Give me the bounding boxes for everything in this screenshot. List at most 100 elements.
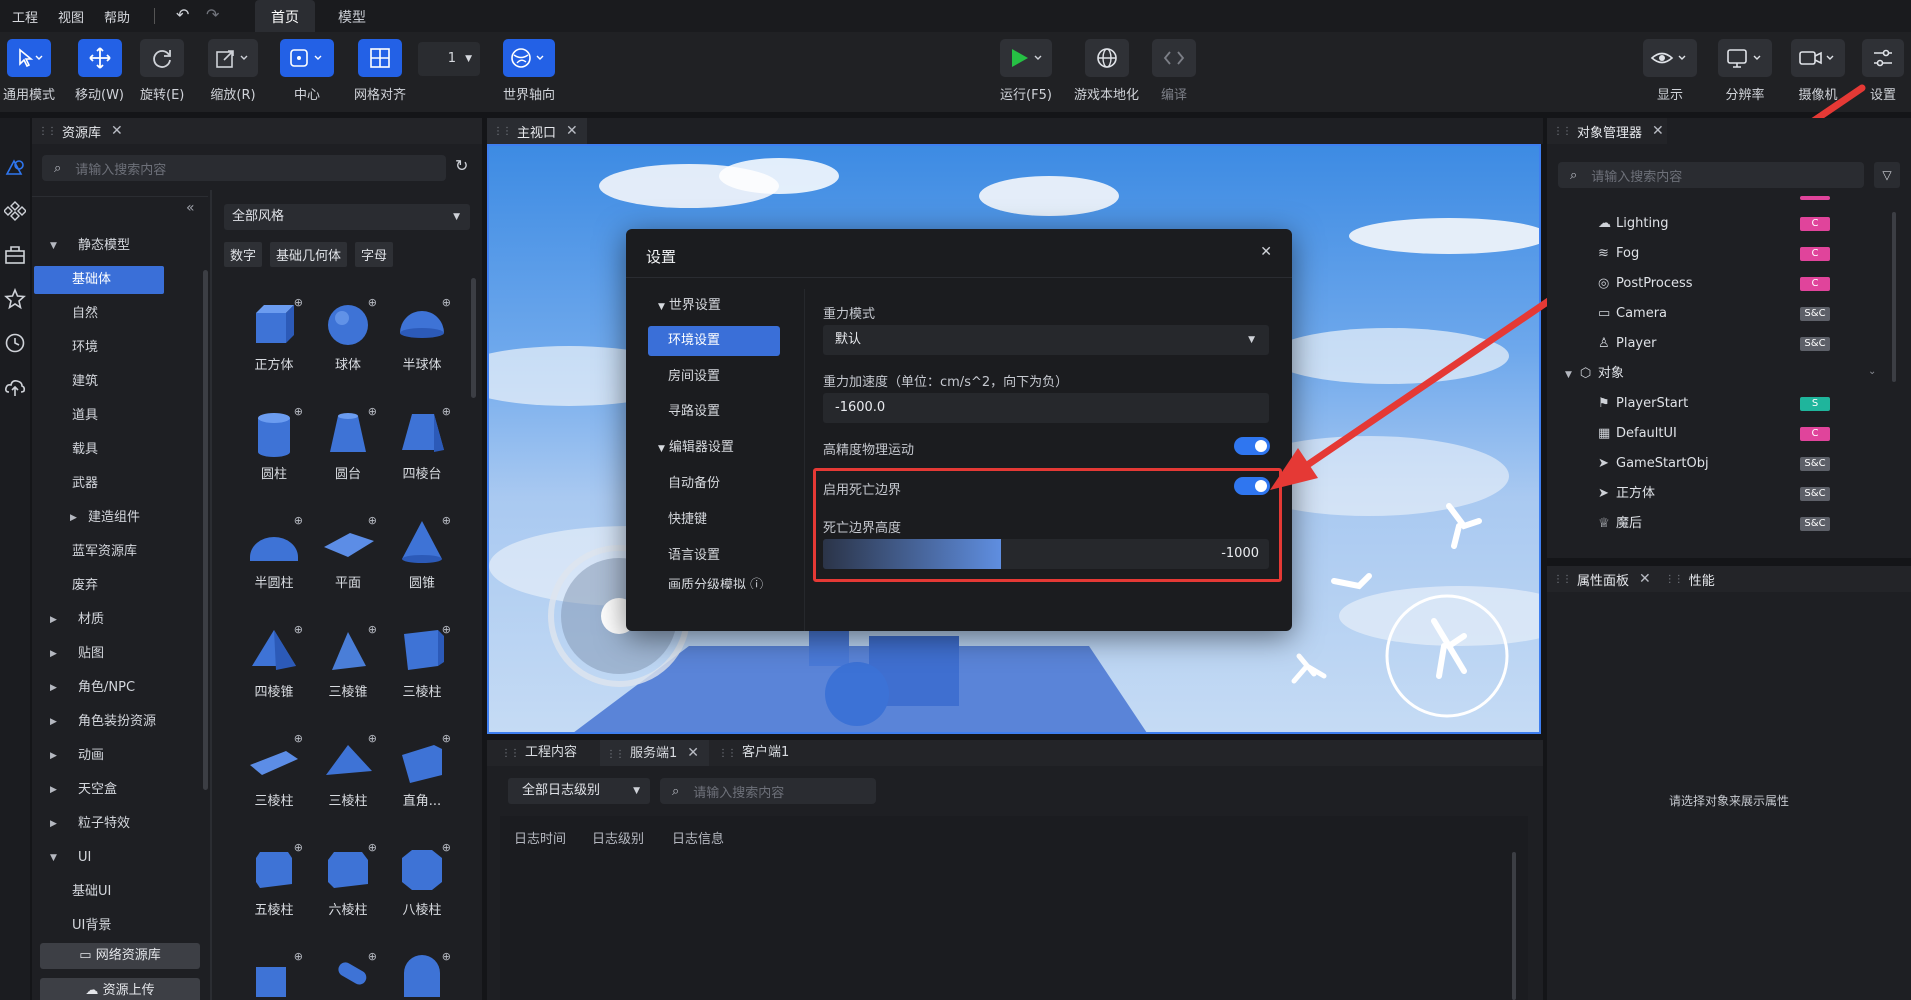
- object-row[interactable]: ▭ Camera: [1598, 302, 1667, 326]
- nav-item-quality[interactable]: 画质分级模拟 ⓘ: [648, 575, 780, 589]
- log-scrollbar[interactable]: [1512, 852, 1516, 1000]
- cloud-upload-icon[interactable]: [4, 376, 26, 398]
- asset-item-sphere[interactable]: ⊕ 球体: [317, 296, 379, 373]
- toolbox-icon[interactable]: [4, 244, 26, 266]
- asset-item-half-cylinder[interactable]: ⊕ 半圆柱: [243, 514, 305, 591]
- drag-handle-icon[interactable]: ⋮⋮: [1665, 574, 1684, 585]
- drag-handle-icon[interactable]: ⋮⋮: [1553, 126, 1572, 137]
- zoom-in-icon[interactable]: ⊕: [442, 732, 451, 745]
- tree-item-particles[interactable]: ▶ 粒子特效: [40, 810, 170, 838]
- tree-item-skybox[interactable]: ▶ 天空盒: [40, 776, 170, 804]
- chevron-down-icon[interactable]: ⌄: [1868, 366, 1876, 377]
- death-height-slider[interactable]: -1000: [823, 539, 1269, 569]
- zoom-in-icon[interactable]: ⊕: [368, 623, 377, 636]
- nav-item-autosave[interactable]: 自动备份: [648, 469, 780, 499]
- caret-right-icon[interactable]: ▶: [50, 640, 57, 668]
- object-scrollbar[interactable]: [1892, 212, 1896, 382]
- tree-item-animation[interactable]: ▶ 动画: [40, 742, 170, 770]
- object-row[interactable]: ♙ Player: [1598, 332, 1656, 356]
- asset-item-asset-c[interactable]: ⊕: [391, 950, 453, 1000]
- tree-item-blue-army-library[interactable]: 蓝军资源库: [34, 538, 164, 566]
- zoom-in-icon[interactable]: ⊕: [294, 950, 303, 963]
- drag-handle-icon[interactable]: ⋮⋮: [493, 126, 512, 137]
- nav-item-world[interactable]: ▼ 世界设置: [648, 291, 780, 321]
- drag-handle-icon[interactable]: ⋮⋮: [1553, 574, 1572, 585]
- asset-scrollbar[interactable]: [471, 278, 476, 398]
- scale-button[interactable]: 缩放(R): [208, 39, 258, 103]
- object-row[interactable]: ➤ 正方体: [1598, 482, 1655, 506]
- zoom-in-icon[interactable]: ⊕: [294, 732, 303, 745]
- grid-align-button[interactable]: 网格对齐: [354, 39, 406, 103]
- tab-project-content[interactable]: ⋮⋮ 工程内容: [495, 740, 577, 766]
- asset-item-cone[interactable]: ⊕ 圆锥: [391, 514, 453, 591]
- asset-item-plane[interactable]: ⊕ 平面: [317, 514, 379, 591]
- network-assets-button[interactable]: ▭ 网络资源库: [40, 943, 200, 969]
- zoom-in-icon[interactable]: ⊕: [368, 296, 377, 309]
- center-button[interactable]: 中心: [280, 39, 334, 103]
- move-button[interactable]: 移动(W): [75, 39, 124, 103]
- compile-button[interactable]: 编译: [1152, 39, 1196, 103]
- menu-help[interactable]: 帮助: [104, 7, 130, 26]
- perf-tab[interactable]: 性能: [1689, 570, 1715, 589]
- menu-view[interactable]: 视图: [58, 7, 84, 26]
- filter-icon[interactable]: ▽: [1874, 162, 1900, 188]
- asset-item-three-prism[interactable]: ⊕ 三棱柱: [391, 623, 453, 700]
- tree-item-weapons[interactable]: 武器: [34, 470, 164, 498]
- history-icon[interactable]: [4, 332, 26, 354]
- upload-assets-button[interactable]: ☁ 资源上传: [40, 978, 200, 1000]
- asset-item-four-prism-frustum[interactable]: ⊕ 四棱台: [391, 405, 453, 482]
- nav-item-pathfinding[interactable]: 寻路设置: [648, 397, 780, 427]
- tree-item-nature[interactable]: 自然: [34, 300, 164, 328]
- asset-item-right-angle[interactable]: ⊕ 直角...: [391, 732, 453, 809]
- general-mode-button[interactable]: 通用模式: [3, 39, 55, 103]
- tree-item-props[interactable]: 道具: [34, 402, 164, 430]
- tab-home[interactable]: 首页: [255, 0, 315, 32]
- tree-item-characters-npc[interactable]: ▶ 角色/NPC: [40, 674, 170, 702]
- object-row[interactable]: ≋ Fog: [1598, 242, 1639, 266]
- filter-tag[interactable]: 基础几何体: [270, 242, 348, 267]
- filter-tag[interactable]: 数字: [224, 242, 263, 267]
- tree-item-materials[interactable]: ▶ 材质: [40, 606, 170, 634]
- asset-item-asset-b[interactable]: ⊕: [317, 950, 379, 1000]
- asset-item-four-pyramid[interactable]: ⊕ 四棱锥: [243, 623, 305, 700]
- log-level-select[interactable]: 全部日志级别 ▼: [508, 778, 650, 804]
- object-row[interactable]: ▦ DefaultUI: [1598, 422, 1677, 446]
- tree-item-build-components[interactable]: ▶ 建造组件: [34, 504, 164, 532]
- object-row[interactable]: ▼ ⬡ 对象: [1565, 362, 1624, 386]
- zoom-in-icon[interactable]: ⊕: [442, 514, 451, 527]
- redo-icon[interactable]: ↷: [206, 5, 219, 24]
- run-button[interactable]: 运行(F5): [1000, 39, 1052, 103]
- tree-item-building[interactable]: 建筑: [34, 368, 164, 396]
- close-icon[interactable]: ✕: [1639, 571, 1651, 587]
- high-precision-toggle[interactable]: [1234, 437, 1270, 455]
- filter-tag[interactable]: 字母: [355, 242, 394, 267]
- property-panel-title[interactable]: 属性面板: [1577, 570, 1629, 589]
- star-icon[interactable]: [4, 288, 26, 310]
- tree-item-ui[interactable]: ▼ UI: [40, 844, 170, 872]
- tree-item-basic-ui[interactable]: 基础UI: [34, 878, 164, 906]
- close-icon[interactable]: ✕: [566, 123, 578, 139]
- style-select[interactable]: 全部风格 ▼: [224, 204, 470, 230]
- zoom-in-icon[interactable]: ⊕: [368, 950, 377, 963]
- camera-button[interactable]: 摄像机: [1791, 39, 1845, 103]
- zoom-in-icon[interactable]: ⊕: [442, 623, 451, 636]
- death-boundary-toggle[interactable]: [1234, 477, 1270, 495]
- viewport-tab[interactable]: ⋮⋮ 主视口 ✕: [487, 118, 587, 144]
- menu-project[interactable]: 工程: [12, 7, 38, 26]
- zoom-in-icon[interactable]: ⊕: [294, 514, 303, 527]
- display-button[interactable]: 显示: [1643, 39, 1697, 103]
- caret-right-icon[interactable]: ▶: [50, 708, 57, 736]
- zoom-in-icon[interactable]: ⊕: [294, 623, 303, 636]
- asset-item-three-prism-b[interactable]: ⊕ 三棱柱: [243, 732, 305, 809]
- object-row[interactable]: ♕ 魔后: [1598, 512, 1642, 536]
- nav-item-environment[interactable]: 环境设置: [648, 326, 780, 356]
- panel-splitter[interactable]: [210, 190, 212, 1000]
- tree-item-ui-background[interactable]: UI背景: [34, 912, 164, 940]
- world-axis-button[interactable]: 世界轴向: [503, 39, 555, 103]
- undo-icon[interactable]: ↶: [176, 5, 189, 24]
- components-icon[interactable]: [4, 200, 26, 222]
- object-row[interactable]: ◎ PostProcess: [1598, 272, 1693, 296]
- asset-search-input[interactable]: ⌕ 请输入搜索内容: [42, 155, 446, 181]
- drag-handle-icon[interactable]: ⋮⋮: [38, 126, 57, 137]
- settings-button[interactable]: 设置: [1862, 39, 1904, 103]
